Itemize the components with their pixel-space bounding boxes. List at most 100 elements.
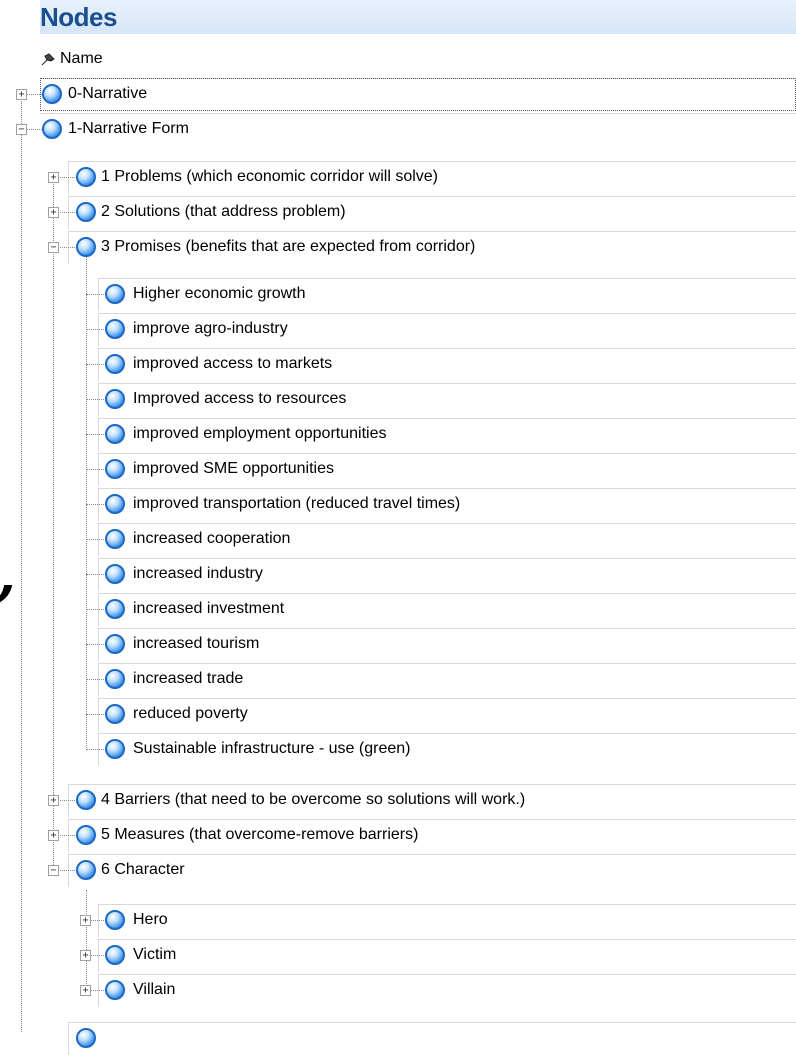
expand-toggle[interactable]: + [80, 985, 91, 996]
node-icon [105, 739, 125, 759]
tree-line [86, 644, 104, 645]
tree-line [86, 539, 104, 540]
expand-toggle[interactable]: + [48, 795, 59, 806]
panel-title: Nodes [40, 2, 117, 32]
tree-row[interactable]: increased cooperation [98, 523, 796, 556]
tree-row[interactable] [68, 1022, 796, 1055]
tree-line [21, 90, 22, 1032]
node-label: improved access to markets [133, 355, 333, 372]
node-label: increased cooperation [133, 530, 291, 547]
tree-line [86, 609, 104, 610]
node-icon [105, 354, 125, 374]
tree-row[interactable]: increased tourism [98, 628, 796, 661]
expand-toggle[interactable]: + [48, 830, 59, 841]
tree-line [86, 246, 87, 750]
tree-line [86, 434, 104, 435]
node-label: 1 Problems (which economic corridor will… [101, 168, 438, 185]
node-label: Sustainable infrastructure - use (green) [133, 740, 411, 757]
tree-row[interactable]: increased investment [98, 593, 796, 626]
tree-row[interactable]: Hero [98, 904, 796, 937]
node-icon [42, 84, 62, 104]
node-icon [105, 980, 125, 1000]
tree-row[interactable]: 3 Promises (benefits that are expected f… [68, 231, 796, 264]
node-icon [76, 1028, 96, 1048]
node-label: increased tourism [133, 635, 260, 652]
node-icon [105, 494, 125, 514]
tree-row[interactable]: 4 Barriers (that need to be overcome so … [68, 784, 796, 817]
tree-line [86, 890, 87, 990]
node-icon [76, 237, 96, 257]
tree-row[interactable]: 0-Narrative [40, 78, 796, 111]
node-icon [105, 319, 125, 339]
node-icon [105, 910, 125, 930]
node-label: 4 Barriers (that need to be overcome so … [101, 791, 526, 808]
tree-line [86, 399, 104, 400]
collapse-toggle[interactable]: − [16, 124, 27, 135]
tree-row[interactable]: increased industry [98, 558, 796, 591]
tree-row[interactable]: Sustainable infrastructure - use (green) [98, 733, 796, 766]
tree-row[interactable]: 1 Problems (which economic corridor will… [68, 161, 796, 194]
node-label: Hero [133, 911, 168, 928]
expand-toggle[interactable]: + [48, 207, 59, 218]
node-icon [76, 790, 96, 810]
node-icon [105, 634, 125, 654]
node-icon [105, 704, 125, 724]
tree-row[interactable]: reduced poverty [98, 698, 796, 731]
tree-row[interactable]: improved transportation (reduced travel … [98, 488, 796, 521]
node-label: improve agro-industry [133, 320, 288, 337]
node-label: increased trade [133, 670, 244, 687]
node-label: increased industry [133, 565, 263, 582]
tree-row[interactable]: Villain [98, 974, 796, 1007]
node-icon [105, 424, 125, 444]
node-icon [105, 945, 125, 965]
tree-row[interactable]: Higher economic growth [98, 278, 796, 311]
nodes-panel: Nodes Name , 0-Narrative +1-Narrative For… [0, 0, 796, 1055]
tree-line [86, 504, 104, 505]
tree-row[interactable]: Improved access to resources [98, 383, 796, 416]
tree-line [86, 329, 104, 330]
expand-toggle[interactable]: + [16, 89, 27, 100]
node-label: 1-Narrative Form [68, 120, 189, 137]
node-icon [105, 564, 125, 584]
pin-icon [41, 53, 55, 66]
node-icon [105, 529, 125, 549]
node-label: Villain [133, 981, 176, 998]
column-header[interactable]: Name [40, 48, 796, 72]
panel-header: Nodes [40, 0, 796, 34]
collapse-toggle[interactable]: − [48, 865, 59, 876]
tree-row[interactable]: improved employment opportunities [98, 418, 796, 451]
tree-row[interactable]: 2 Solutions (that address problem) [68, 196, 796, 229]
node-label: 0-Narrative [68, 85, 148, 102]
node-label: Higher economic growth [133, 285, 306, 302]
tree-line [86, 574, 104, 575]
tree-line [53, 176, 54, 875]
node-icon [105, 389, 125, 409]
tree-row[interactable]: improve agro-industry [98, 313, 796, 346]
tree-row[interactable]: improved access to markets [98, 348, 796, 381]
node-label: Improved access to resources [133, 390, 347, 407]
expand-toggle[interactable]: + [80, 915, 91, 926]
tree-line [86, 714, 104, 715]
tree-row[interactable]: improved SME opportunities [98, 453, 796, 486]
tree-row[interactable]: Victim [98, 939, 796, 972]
side-mark: , [0, 540, 28, 608]
node-icon [42, 119, 62, 139]
column-header-name: Name [60, 50, 103, 67]
tree-line [86, 749, 104, 750]
tree-row[interactable]: 1-Narrative Form [40, 113, 796, 146]
node-label: increased investment [133, 600, 285, 617]
tree-row[interactable]: 5 Measures (that overcome-remove barrier… [68, 819, 796, 852]
tree-line [86, 679, 104, 680]
node-label: 6 Character [101, 861, 185, 878]
tree-line [86, 364, 104, 365]
expand-toggle[interactable]: + [48, 172, 59, 183]
tree-row[interactable]: increased trade [98, 663, 796, 696]
node-label: 5 Measures (that overcome-remove barrier… [101, 826, 419, 843]
collapse-toggle[interactable]: − [48, 242, 59, 253]
expand-toggle[interactable]: + [80, 950, 91, 961]
tree-row[interactable]: 6 Character [68, 854, 796, 887]
node-label: improved SME opportunities [133, 460, 334, 477]
tree-line [86, 469, 104, 470]
node-label: 3 Promises (benefits that are expected f… [101, 238, 476, 255]
node-icon [76, 167, 96, 187]
